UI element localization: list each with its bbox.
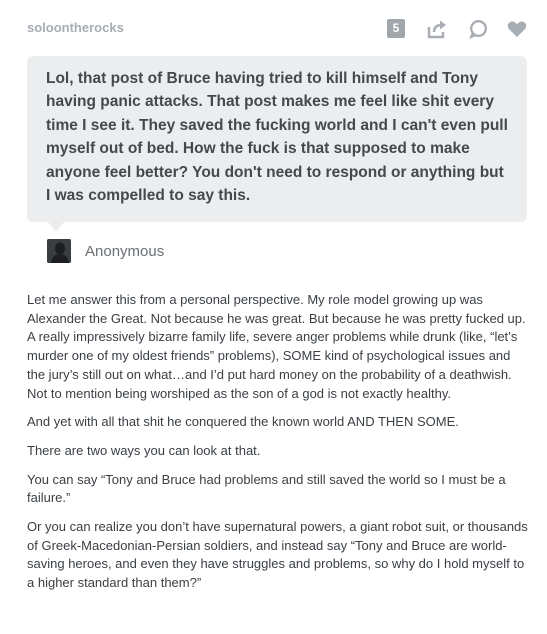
reply-icon[interactable] bbox=[467, 18, 489, 40]
heart-icon[interactable] bbox=[506, 18, 528, 40]
post-header: soloontherocks 5 bbox=[0, 0, 547, 56]
answer-paragraph: Let me answer this from a personal persp… bbox=[27, 292, 526, 401]
answer-paragraph: There are two ways you can look at that. bbox=[27, 442, 261, 458]
note-count-badge[interactable]: 5 bbox=[387, 19, 405, 38]
anonymous-avatar-icon bbox=[47, 239, 71, 263]
share-icon[interactable] bbox=[426, 18, 448, 40]
question-bubble: Lol, that post of Bruce having tried to … bbox=[27, 56, 527, 222]
answer-paragraph: You can say “Tony and Bruce had problems… bbox=[27, 471, 506, 506]
question-text: Lol, that post of Bruce having tried to … bbox=[46, 70, 508, 205]
tumblr-post: soloontherocks 5 Lol, that post of Bruce… bbox=[0, 0, 547, 634]
asker-name: Anonymous bbox=[85, 243, 165, 260]
blog-name-link[interactable]: soloontherocks bbox=[27, 20, 124, 35]
bubble-tail bbox=[48, 222, 64, 232]
answer-paragraph: Or you can realize you don’t have supern… bbox=[27, 519, 528, 591]
answer-paragraph: And yet with all that shit he conquered … bbox=[27, 414, 459, 430]
answer-body: Let me answer this from a personal persp… bbox=[27, 291, 532, 603]
